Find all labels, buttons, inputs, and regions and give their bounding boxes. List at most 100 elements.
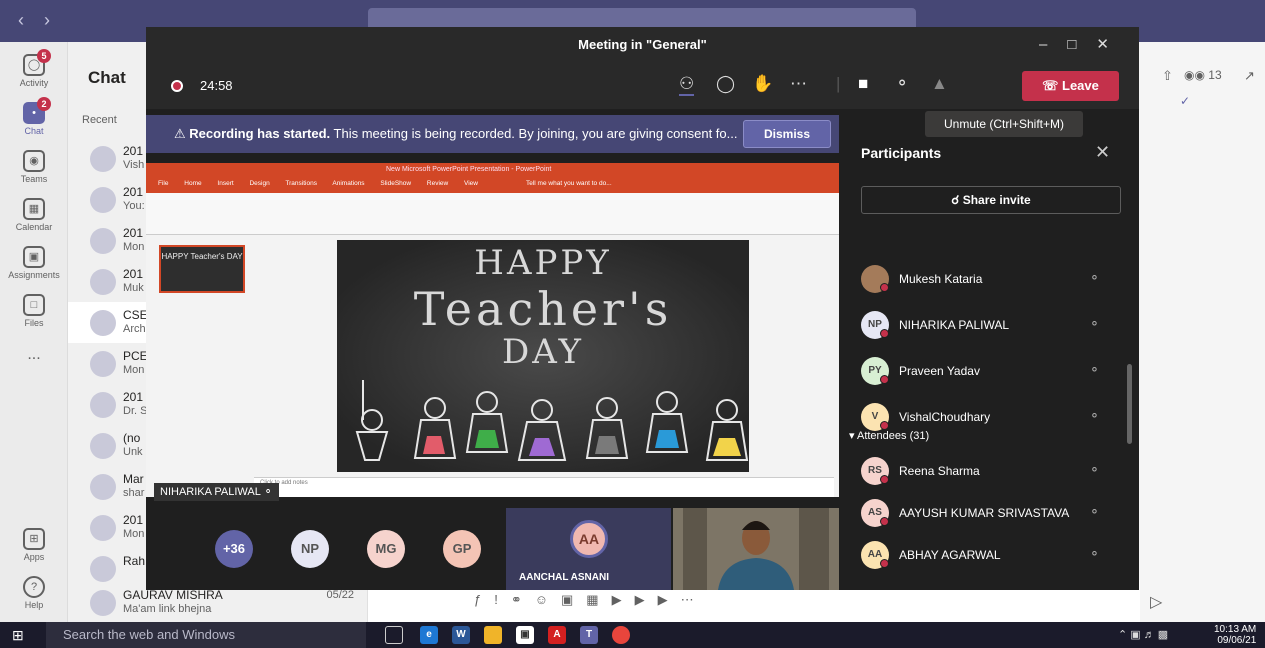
mic-muted-icon[interactable]: ⚬: [895, 74, 909, 94]
acrobat-icon[interactable]: A: [548, 626, 566, 644]
close-icon[interactable]: ✕: [1095, 142, 1110, 163]
participant-name: Praveen Yadav: [899, 364, 980, 378]
edge-icon[interactable]: e: [420, 626, 438, 644]
rail-calendar[interactable]: ▦ Calendar: [0, 198, 68, 232]
task-view-icon[interactable]: [385, 626, 403, 644]
recent-label: Recent: [82, 114, 117, 126]
participants-title: Participants: [861, 145, 942, 161]
overflow-avatar[interactable]: +36: [215, 530, 253, 568]
chat-preview: Dr. S: [123, 405, 148, 417]
back-arrow-icon[interactable]: ‹: [18, 10, 24, 31]
forward-arrow-icon[interactable]: ›: [44, 10, 50, 31]
rail-teams[interactable]: ◉ Teams: [0, 150, 68, 184]
status-dot: [880, 375, 889, 384]
share-invite-button[interactable]: ☌ Share invite: [861, 186, 1121, 214]
check-icon: ✓: [1180, 94, 1191, 108]
participant-name: Mukesh Kataria: [899, 272, 983, 286]
leave-button[interactable]: ☏ Leave: [1022, 71, 1119, 101]
avatar-mg[interactable]: MG: [367, 530, 405, 568]
panel-scrollbar[interactable]: [1127, 364, 1132, 444]
compose-toolbar-icons[interactable]: ƒ!⚭☺▣▦▶▶▶⋯: [474, 592, 707, 608]
avatar: [90, 351, 116, 377]
avatar: [90, 228, 116, 254]
chrome-icon[interactable]: [612, 626, 630, 644]
rail-activity[interactable]: ◯ 5 Activity: [0, 49, 68, 88]
participant-row[interactable]: V VishalChoudhary ⚬: [861, 401, 1111, 431]
taskbar-search[interactable]: Search the web and Windows: [46, 622, 366, 648]
rail-activity-label: Activity: [19, 78, 49, 88]
presenter-name-tag: NIHARIKA PALIWAL ⚬: [154, 483, 279, 501]
rail-apps[interactable]: ⊞ Apps: [0, 528, 68, 562]
avatar-aa: AA: [570, 520, 608, 558]
right-pane: ⇧ ◉◉ 13 ↗ ✓ ▷: [1140, 42, 1265, 622]
participants-icon[interactable]: ⚇: [679, 74, 695, 96]
windows-start-icon[interactable]: ⊞: [12, 627, 24, 644]
participant-row[interactable]: Mukesh Kataria ⚬: [861, 263, 1111, 293]
file-explorer-icon[interactable]: [484, 626, 502, 644]
dismiss-button[interactable]: Dismiss: [743, 120, 831, 148]
avatar-np[interactable]: NP: [291, 530, 329, 568]
meeting-timer: 24:58: [200, 78, 233, 93]
activity-badge: 5: [37, 49, 51, 63]
participants-count-icon[interactable]: ◉◉ 13: [1184, 68, 1222, 82]
popout-icon[interactable]: ↗: [1244, 68, 1255, 84]
status-dot: [880, 329, 889, 338]
chat-bubble-icon[interactable]: ◯: [716, 74, 735, 94]
camera-icon[interactable]: ■: [858, 74, 868, 94]
presenter-name: NIHARIKA PALIWAL: [160, 486, 261, 498]
participant-row[interactable]: AS AAYUSH KUMAR SRIVASTAVA ⚬: [861, 497, 1111, 527]
ppt-ribbon: [146, 193, 839, 235]
ppt-window-title: New Microsoft PowerPoint Presentation - …: [386, 166, 552, 173]
help-icon: ?: [23, 576, 45, 598]
teams-app-icon[interactable]: T: [580, 626, 598, 644]
share-invite-label: Share invite: [962, 193, 1031, 207]
chat-date: 05/22: [326, 589, 354, 601]
participant-row[interactable]: AA ABHAY AGARWAL ⚬: [861, 539, 1111, 569]
mic-muted-icon: ⚬: [1089, 462, 1100, 477]
chat-name: Rah: [123, 554, 146, 568]
upload-icon[interactable]: ⇧: [1162, 68, 1173, 84]
attendees-label: Attendees (31): [856, 430, 930, 442]
avatar: [90, 392, 116, 418]
video-feed-tile[interactable]: [673, 508, 839, 590]
attendees-header[interactable]: ▾ Attendees (31): [849, 429, 929, 442]
send-icon[interactable]: ▷: [1150, 592, 1162, 612]
more-actions-icon[interactable]: ⋯: [790, 74, 807, 94]
status-dot: [880, 283, 889, 292]
chat-name: 201: [123, 267, 144, 281]
clock[interactable]: 10:13 AM 09/06/21: [1214, 624, 1256, 646]
meeting-title: Meeting in "General": [146, 27, 1139, 63]
avatar: [90, 146, 116, 172]
rail-more[interactable]: ...: [0, 346, 68, 364]
participant-name: ABHAY AGARWAL: [899, 548, 1001, 562]
window-controls[interactable]: –□✕: [1039, 35, 1129, 53]
rail-help[interactable]: ? Help: [0, 576, 68, 610]
chat-preview: shar: [123, 487, 145, 499]
status-dot: [880, 559, 889, 568]
chat-name: CSE: [123, 308, 148, 322]
rail-files[interactable]: □ Files: [0, 294, 68, 328]
rail-chat[interactable]: • 2 Chat: [0, 97, 68, 136]
active-speaker-tile[interactable]: AA AANCHAL ASNANI: [506, 508, 671, 590]
windows-taskbar: ⊞ Search the web and Windows e W ▣ A T ⌃…: [0, 622, 1265, 648]
mic-muted-small-icon: ⚬: [263, 486, 273, 498]
chat-name: 201: [123, 144, 144, 158]
store-icon[interactable]: ▣: [516, 626, 534, 644]
rail-assignments[interactable]: ▣ Assignments: [0, 246, 68, 280]
rail-teams-label: Teams: [20, 174, 48, 184]
share-screen-icon[interactable]: ▲: [931, 74, 948, 94]
participant-row[interactable]: RS Reena Sharma ⚬: [861, 455, 1111, 485]
chat-header[interactable]: Chat: [88, 68, 126, 88]
system-tray-icons[interactable]: ⌃ ▣ ♬ ▩: [1118, 628, 1168, 641]
word-icon[interactable]: W: [452, 626, 470, 644]
avatar: [90, 269, 116, 295]
participant-name: VishalChoudhary: [899, 410, 991, 424]
file-icon: □: [23, 294, 45, 316]
participant-row[interactable]: NP NIHARIKA PALIWAL ⚬: [861, 309, 1111, 339]
participant-row[interactable]: PY Praveen Yadav ⚬: [861, 355, 1111, 385]
rail-assignments-label: Assignments: [8, 270, 60, 280]
reactions-icon[interactable]: ✋: [752, 74, 773, 94]
mic-muted-icon: ⚬: [1089, 408, 1100, 423]
slide-text-happy: HAPPY: [474, 243, 612, 283]
avatar-gp[interactable]: GP: [443, 530, 481, 568]
